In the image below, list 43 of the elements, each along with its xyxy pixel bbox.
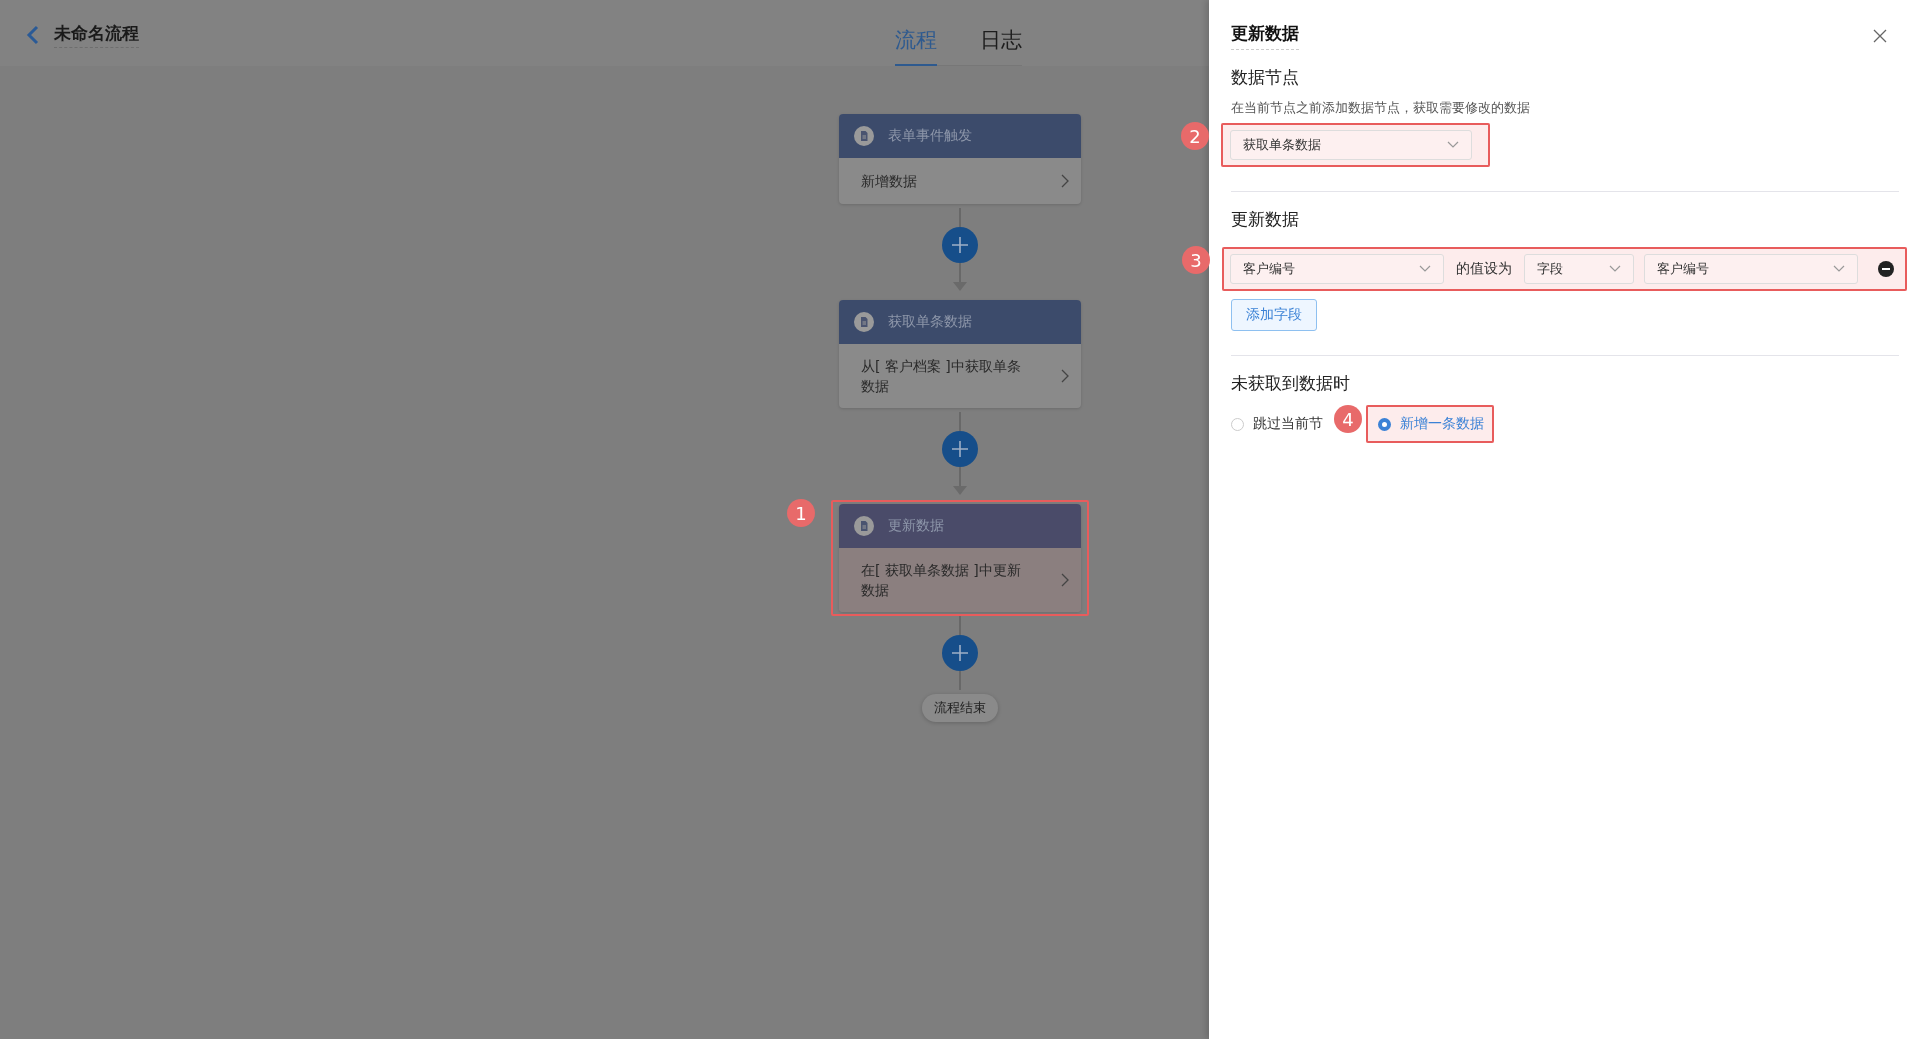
- node-description: 在[ 获取单条数据 ]中更新数据: [861, 561, 1022, 600]
- section-heading: 未获取到数据时: [1231, 372, 1351, 395]
- radio-button[interactable]: [1378, 417, 1391, 431]
- add-field-button[interactable]: 添加字段: [1231, 299, 1317, 331]
- back-icon[interactable]: [26, 25, 40, 45]
- close-icon[interactable]: [1873, 29, 1887, 43]
- chevron-down-icon: [1609, 265, 1621, 273]
- panel-title: 更新数据: [1231, 22, 1299, 50]
- section-heading: 更新数据: [1231, 208, 1300, 231]
- flow-end: 流程结束: [922, 694, 998, 722]
- chevron-down-icon: [1447, 141, 1459, 149]
- flow-title: 未命名流程: [54, 22, 139, 48]
- chevron-right-icon: [1061, 174, 1069, 188]
- data-node-select[interactable]: 获取单条数据: [1230, 130, 1472, 160]
- add-icon[interactable]: [942, 227, 978, 263]
- node-description: 从[ 客户档案 ]中获取单条数据: [861, 357, 1022, 396]
- node-title: 表单事件触发: [888, 127, 972, 145]
- document-icon: [854, 516, 874, 536]
- add-icon[interactable]: [942, 431, 978, 467]
- node-description: 新增数据: [861, 172, 918, 191]
- hint-text: 在当前节点之前添加数据节点，获取需要修改的数据: [1231, 99, 1531, 117]
- type-select[interactable]: 字段: [1524, 254, 1634, 284]
- node-title: 获取单条数据: [888, 313, 972, 331]
- document-icon: [854, 126, 874, 146]
- remove-icon[interactable]: [1878, 261, 1894, 277]
- add-icon[interactable]: [942, 635, 978, 671]
- section-heading: 数据节点: [1231, 66, 1300, 89]
- radio-option[interactable]: 跳过当前节: [1231, 415, 1323, 433]
- field-select[interactable]: 客户编号: [1230, 254, 1444, 284]
- document-icon: [854, 312, 874, 332]
- chevron-right-icon: [1061, 369, 1069, 383]
- value-select[interactable]: 客户编号: [1644, 254, 1858, 284]
- connector-label: 的值设为: [1456, 260, 1512, 278]
- chevron-down-icon: [1833, 265, 1845, 273]
- chevron-right-icon: [1061, 573, 1069, 587]
- callout-badge: 1: [787, 499, 815, 527]
- flow-node[interactable]: 更新数据 在[ 获取单条数据 ]中更新数据: [839, 504, 1081, 612]
- tab[interactable]: 日志: [980, 26, 1022, 66]
- node-title: 更新数据: [888, 517, 944, 535]
- flow-node[interactable]: 表单事件触发 新增数据: [839, 114, 1081, 204]
- flow-node[interactable]: 获取单条数据 从[ 客户档案 ]中获取单条数据: [839, 300, 1081, 408]
- chevron-down-icon: [1419, 265, 1431, 273]
- callout-badge: 4: [1334, 405, 1362, 433]
